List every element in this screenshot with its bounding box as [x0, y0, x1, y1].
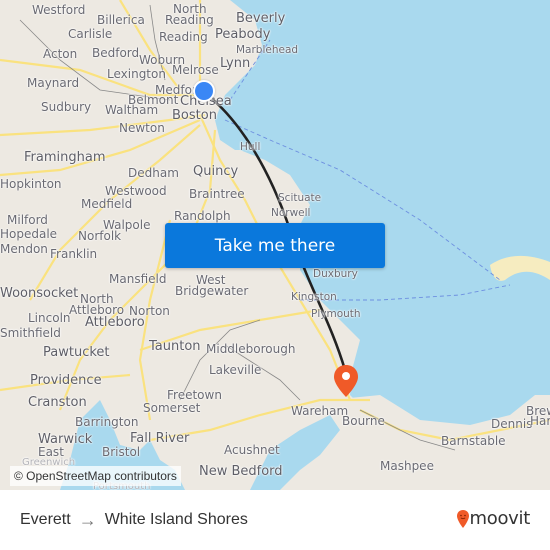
- place-label: Wareham: [291, 404, 349, 418]
- place-label: Fall River: [130, 431, 190, 446]
- route-summary: Everett → White Island Shores: [20, 510, 248, 530]
- place-label: Cranston: [28, 395, 87, 410]
- take-me-there-button[interactable]: Take me there: [165, 223, 385, 268]
- place-label: Taunton: [149, 339, 201, 354]
- place-label: Norwell: [271, 207, 311, 219]
- place-label: Sudbury: [41, 100, 92, 114]
- moovit-logo[interactable]: moovit: [456, 508, 530, 529]
- place-label: Braintree: [189, 187, 245, 201]
- place-label: Attleboro: [85, 315, 145, 330]
- place-label: Carlisle: [68, 27, 113, 41]
- destination-pin-icon[interactable]: [333, 364, 359, 398]
- place-label: Lynn: [220, 56, 251, 71]
- place-label: Mansfield: [109, 272, 167, 286]
- place-label: Franklin: [50, 247, 98, 261]
- place-label: Acushnet: [224, 443, 280, 457]
- place-label: Har: [530, 414, 550, 428]
- place-label: Reading: [165, 13, 214, 27]
- place-label: Acton: [43, 47, 78, 61]
- place-label: Waltham: [105, 103, 159, 117]
- place-label: Reading: [159, 30, 208, 44]
- place-label: Smithfield: [0, 326, 61, 340]
- place-label: Hull: [240, 141, 261, 153]
- map[interactable]: Westford North Reading Beverly Billerica…: [0, 0, 550, 490]
- origin-marker[interactable]: [193, 80, 215, 102]
- destination-name: White Island Shores: [104, 511, 248, 528]
- place-label: Randolph: [174, 209, 231, 223]
- place-label: Newton: [119, 121, 165, 135]
- moovit-pin-icon: [456, 509, 469, 528]
- footer: Everett → White Island Shores moovit: [0, 490, 550, 550]
- place-label: Freetown: [167, 388, 222, 402]
- place-label: Somerset: [143, 401, 201, 415]
- place-label: Mendon: [0, 242, 48, 256]
- place-label: Melrose: [172, 63, 219, 77]
- place-label: Hopedale: [0, 227, 58, 241]
- place-label: Beverly: [236, 11, 286, 26]
- map-attribution[interactable]: © OpenStreetMap contributors: [10, 466, 181, 486]
- place-label: Peabody: [215, 27, 271, 42]
- place-label: Quincy: [193, 164, 239, 179]
- origin-name: Everett: [20, 511, 71, 528]
- place-label: Boston: [172, 108, 217, 123]
- place-label: Westwood: [105, 184, 167, 198]
- place-label: Billerica: [97, 13, 145, 27]
- place-label: Kingston: [291, 291, 337, 303]
- place-label: Bourne: [342, 414, 385, 428]
- place-label: Milford: [7, 213, 48, 227]
- place-label: Bridgewater: [175, 284, 249, 298]
- place-label: Middleborough: [206, 342, 296, 356]
- place-label: Lexington: [107, 67, 166, 81]
- place-label: Bedford: [92, 46, 140, 60]
- place-label: Dennis: [491, 417, 533, 431]
- place-label: Hopkinton: [0, 177, 62, 191]
- place-label: Westford: [32, 3, 86, 17]
- place-label: Duxbury: [313, 268, 358, 280]
- place-label: Woonsocket: [0, 286, 79, 301]
- place-label: New Bedford: [199, 464, 283, 479]
- place-label: Scituate: [278, 192, 322, 204]
- place-label: Mashpee: [380, 459, 434, 473]
- place-label: Maynard: [27, 76, 80, 90]
- place-label: Framingham: [24, 150, 106, 165]
- place-label: Bristol: [102, 445, 141, 459]
- place-label: Norfolk: [78, 229, 122, 243]
- brand-name: moovit: [469, 508, 531, 529]
- place-label: Dedham: [128, 166, 179, 180]
- place-label: Lakeville: [209, 363, 262, 377]
- place-label: Providence: [30, 373, 102, 388]
- place-label: Pawtucket: [43, 345, 110, 360]
- place-label: Barnstable: [441, 434, 506, 448]
- place-label: Plymouth: [311, 308, 361, 320]
- place-label: Barrington: [75, 415, 139, 429]
- place-label: Medfield: [81, 197, 133, 211]
- place-label: Marblehead: [236, 44, 299, 56]
- place-label: Lincoln: [28, 311, 71, 325]
- arrow-right-icon: →: [78, 509, 97, 530]
